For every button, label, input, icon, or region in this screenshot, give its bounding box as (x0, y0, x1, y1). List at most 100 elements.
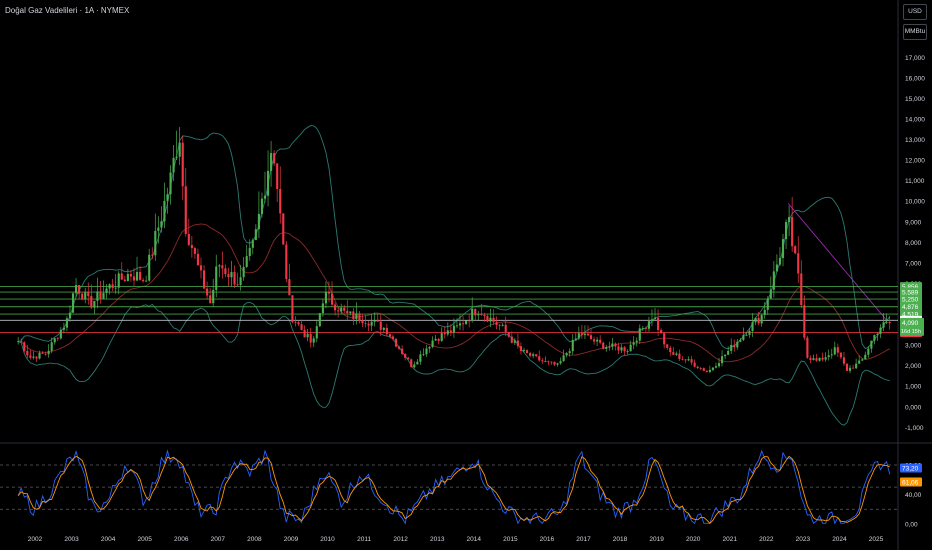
candle-body (669, 347, 672, 353)
candle-body (187, 233, 190, 245)
candle-body (696, 366, 699, 369)
candle-body (151, 254, 154, 256)
candle-body (784, 221, 788, 240)
candle-body (596, 339, 599, 342)
candle-body (312, 338, 315, 343)
candle-body (699, 368, 702, 369)
candle-body (120, 273, 123, 280)
year-tick-label: 2014 (467, 536, 482, 543)
candle-body (449, 330, 452, 333)
year-tick-label: 2023 (796, 536, 811, 543)
candle-body (59, 329, 62, 339)
candle-body (550, 361, 553, 363)
candle-body (730, 344, 733, 351)
candle-body (830, 354, 833, 356)
year-tick-label: 2017 (576, 536, 591, 543)
candle-body (754, 317, 757, 323)
year-tick-label: 2003 (64, 536, 79, 543)
candle-body (611, 343, 614, 347)
candle-body (620, 347, 623, 351)
candle-body (574, 338, 577, 340)
candle-body (142, 279, 145, 282)
candle-body (879, 327, 882, 334)
candle-body (257, 213, 260, 230)
candle-body (483, 315, 486, 317)
candle-body (842, 357, 846, 364)
candle-body (431, 340, 434, 348)
candle-body (647, 321, 650, 329)
candle-body (215, 266, 218, 290)
candle-body (38, 352, 41, 359)
price-tick-label: 11,000 (905, 178, 925, 185)
year-tick-label: 2019 (649, 536, 664, 543)
candle-body (778, 258, 782, 265)
candle-body (160, 221, 163, 228)
candle-body (873, 335, 876, 341)
price-tick-label: 1,000 (905, 384, 922, 391)
unit-button[interactable]: MMBtu (903, 24, 927, 40)
candle-body (586, 333, 590, 336)
candle-body (486, 316, 489, 322)
candle-body (498, 324, 501, 326)
candle-body (461, 323, 465, 325)
candle-body (254, 229, 257, 241)
candle-body (196, 253, 200, 266)
candle-body (78, 285, 81, 294)
candle-body (373, 320, 376, 322)
candle-body (565, 353, 568, 356)
candle-body (766, 298, 769, 310)
candle-body (705, 370, 708, 372)
candle-body (803, 305, 806, 338)
candle-body (135, 272, 139, 281)
candle-body (404, 353, 407, 358)
candle-body (105, 288, 108, 294)
candle-body (821, 357, 824, 360)
candle-body (266, 170, 270, 196)
candle-body (315, 326, 318, 339)
candle-body (602, 342, 605, 349)
candle-body (556, 363, 559, 365)
candle-body (471, 308, 474, 321)
candle-body (340, 307, 343, 312)
candle-body (513, 340, 516, 343)
candle-body (693, 362, 696, 367)
price-tick-label: 17,000 (905, 55, 925, 62)
candle-body (56, 338, 59, 340)
candle-body (93, 300, 96, 308)
candle-body (309, 333, 312, 343)
horizontal-levels (0, 286, 898, 333)
currency-button[interactable]: USD (903, 4, 927, 20)
candle-body (306, 333, 309, 338)
candle-body (614, 343, 617, 347)
candle-body (117, 273, 120, 288)
stoch-tick-label: 0,00 (905, 521, 918, 528)
candle-body (343, 307, 346, 311)
candle-body (358, 313, 361, 322)
candle-body (867, 348, 870, 355)
chart-canvas[interactable]: 17,000 16,000 15,000 14,000 13,000 12,000 11,0… (0, 0, 932, 550)
candle-body (35, 356, 38, 359)
candle-body (245, 256, 248, 267)
candle-body (769, 289, 772, 299)
time-axis[interactable]: 2002 2003 2004 2005 2006 2007 2008 2009 2010 2011… (28, 536, 884, 543)
candle-body (568, 351, 571, 354)
candle-body (824, 357, 827, 360)
candle-body (446, 330, 449, 335)
candle-body (559, 361, 562, 364)
candle-body (660, 329, 663, 334)
candle-body (26, 350, 29, 356)
candle-body (212, 289, 215, 304)
year-tick-label: 2011 (357, 536, 371, 543)
candle-body (388, 334, 391, 337)
candle-body (193, 248, 196, 254)
candle-body (717, 363, 721, 367)
candle-body (32, 356, 35, 358)
candle-body (465, 320, 468, 325)
downtrend-line (787, 203, 888, 321)
candle-body (327, 291, 331, 294)
candle-body (775, 264, 778, 272)
candle-body (748, 330, 751, 335)
candle-body (888, 321, 891, 323)
candle-body (184, 186, 187, 234)
candle-body (20, 341, 23, 343)
